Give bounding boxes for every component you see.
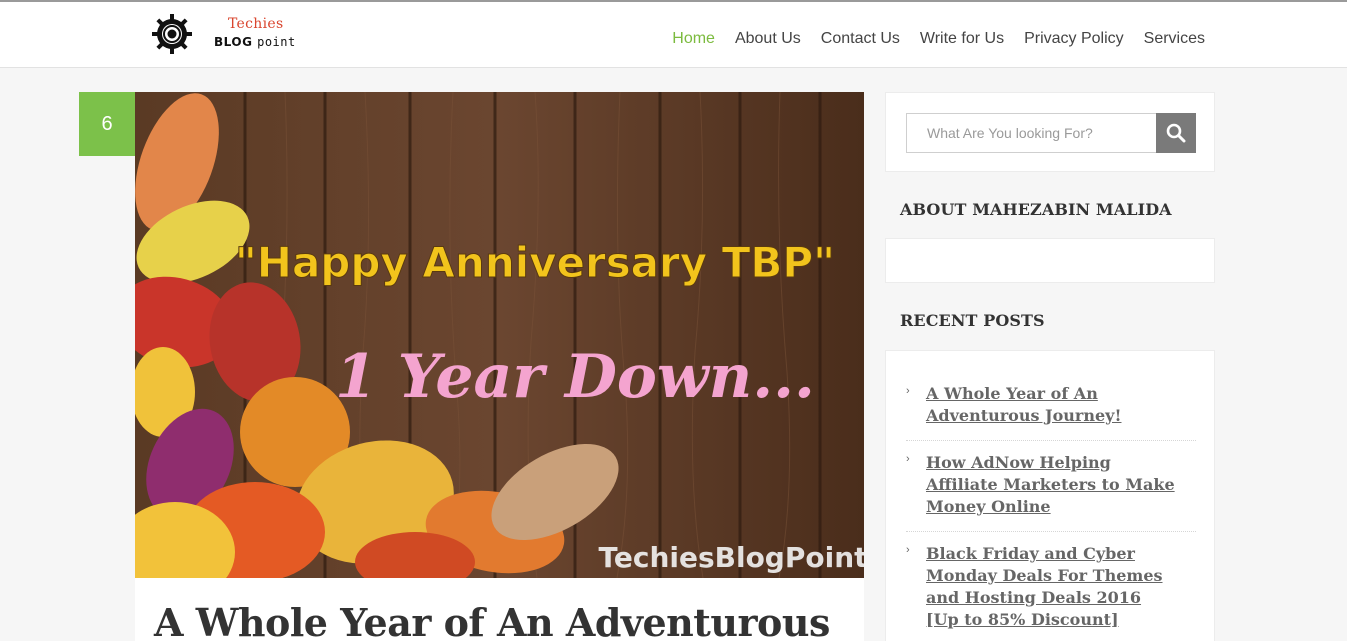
nav-services[interactable]: Services (1144, 30, 1205, 48)
site-logo[interactable]: Techies BLOG point (152, 14, 302, 56)
banner-headline: "Happy Anniversary TBP" (235, 238, 835, 287)
nav-contact-us[interactable]: Contact Us (821, 30, 900, 48)
post-featured-image[interactable]: "Happy Anniversary TBP" 1 Year Down... T… (135, 92, 864, 578)
list-item: › Black Friday and Cyber Monday Deals Fo… (906, 532, 1196, 641)
search-widget (885, 92, 1215, 172)
banner-subline: 1 Year Down... (335, 342, 815, 412)
search-icon (1166, 123, 1186, 143)
about-widget (885, 238, 1215, 283)
nav-home[interactable]: Home (672, 30, 715, 48)
logo-text-light: point (257, 35, 296, 49)
search-button[interactable] (1156, 113, 1196, 153)
featured-post: "Happy Anniversary TBP" 1 Year Down... T… (135, 92, 864, 641)
post-number-badge: 6 (79, 92, 135, 156)
logo-text-top: Techies (228, 16, 284, 32)
list-item: › A Whole Year of An Adventurous Journey… (906, 381, 1196, 441)
logo-text-bottom: BLOG point (214, 35, 296, 49)
list-item: › How AdNow Helping Affiliate Marketers … (906, 441, 1196, 532)
about-heading: ABOUT MAHEZABIN MALIDA (900, 200, 1172, 219)
chevron-right-icon: › (906, 453, 910, 465)
main-nav: Home About Us Contact Us Write for Us Pr… (652, 30, 1205, 48)
nav-about-us[interactable]: About Us (735, 30, 801, 48)
anniversary-banner: "Happy Anniversary TBP" 1 Year Down... T… (135, 92, 864, 578)
recent-post-link[interactable]: How AdNow Helping Affiliate Marketers to… (926, 452, 1176, 518)
gear-logo-icon (152, 14, 192, 54)
nav-write-for-us[interactable]: Write for Us (920, 30, 1004, 48)
chevron-right-icon: › (906, 385, 910, 397)
recent-posts-heading: RECENT POSTS (900, 311, 1045, 330)
banner-watermark: TechiesBlogPoint (598, 541, 864, 574)
chevron-right-icon: › (906, 544, 910, 556)
search-input[interactable] (906, 113, 1156, 153)
recent-posts-list: › A Whole Year of An Adventurous Journey… (906, 381, 1196, 641)
recent-post-link[interactable]: Black Friday and Cyber Monday Deals For … (926, 543, 1176, 631)
recent-posts-widget: › A Whole Year of An Adventurous Journey… (885, 350, 1215, 641)
recent-post-link[interactable]: A Whole Year of An Adventurous Journey! (926, 383, 1176, 427)
site-header: Techies BLOG point Home About Us Contact… (0, 0, 1347, 68)
nav-privacy-policy[interactable]: Privacy Policy (1024, 30, 1124, 48)
logo-text-bold: BLOG (214, 35, 253, 49)
post-title[interactable]: A Whole Year of An Adventurous (154, 600, 830, 641)
